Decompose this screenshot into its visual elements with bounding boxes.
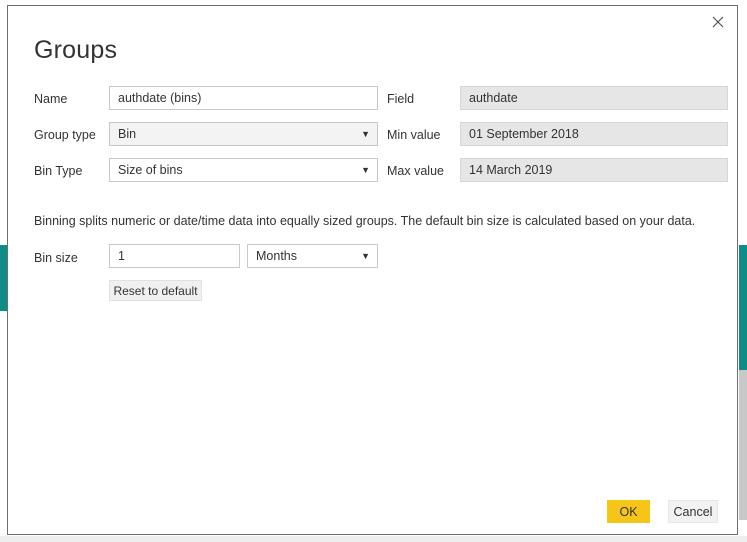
ok-button[interactable]: OK: [607, 500, 650, 523]
group-type-value: Bin: [118, 127, 137, 141]
background-accent-strip-right: [739, 245, 747, 370]
background-scrollbar[interactable]: [739, 370, 747, 520]
groups-dialog: Groups Name authdate (bins) Group type B…: [7, 5, 738, 535]
background-accent-strip-left: [0, 245, 7, 311]
bin-type-value: Size of bins: [118, 163, 183, 177]
page-title: Groups: [34, 36, 118, 64]
group-type-label: Group type: [34, 128, 96, 142]
field-value: authdate: [460, 86, 728, 110]
chevron-down-icon: ▼: [361, 251, 370, 261]
description-text: Binning splits numeric or date/time data…: [34, 214, 696, 228]
field-label: Field: [387, 92, 415, 106]
min-value-label: Min value: [387, 128, 441, 142]
screen-root: Groups Name authdate (bins) Group type B…: [0, 0, 747, 542]
bin-type-label: Bin Type: [34, 164, 83, 178]
group-type-dropdown[interactable]: Bin ▼: [109, 122, 378, 146]
reset-to-default-button[interactable]: Reset to default: [109, 280, 202, 301]
bin-size-unit-dropdown[interactable]: Months ▼: [247, 244, 378, 268]
bin-size-input[interactable]: 1: [109, 244, 240, 268]
bin-size-unit-value: Months: [256, 249, 297, 263]
max-value-field: 14 March 2019: [460, 158, 728, 182]
bin-type-dropdown[interactable]: Size of bins ▼: [109, 158, 378, 182]
close-icon[interactable]: [701, 8, 735, 36]
bin-size-label: Bin size: [34, 251, 78, 265]
min-value-field: 01 September 2018: [460, 122, 728, 146]
chevron-down-icon: ▼: [361, 129, 370, 139]
name-label: Name: [34, 92, 68, 106]
background-bottom-bar: [0, 536, 747, 542]
max-value-label: Max value: [387, 164, 444, 178]
cancel-button[interactable]: Cancel: [668, 500, 718, 523]
chevron-down-icon: ▼: [361, 165, 370, 175]
name-input[interactable]: authdate (bins): [109, 86, 378, 110]
